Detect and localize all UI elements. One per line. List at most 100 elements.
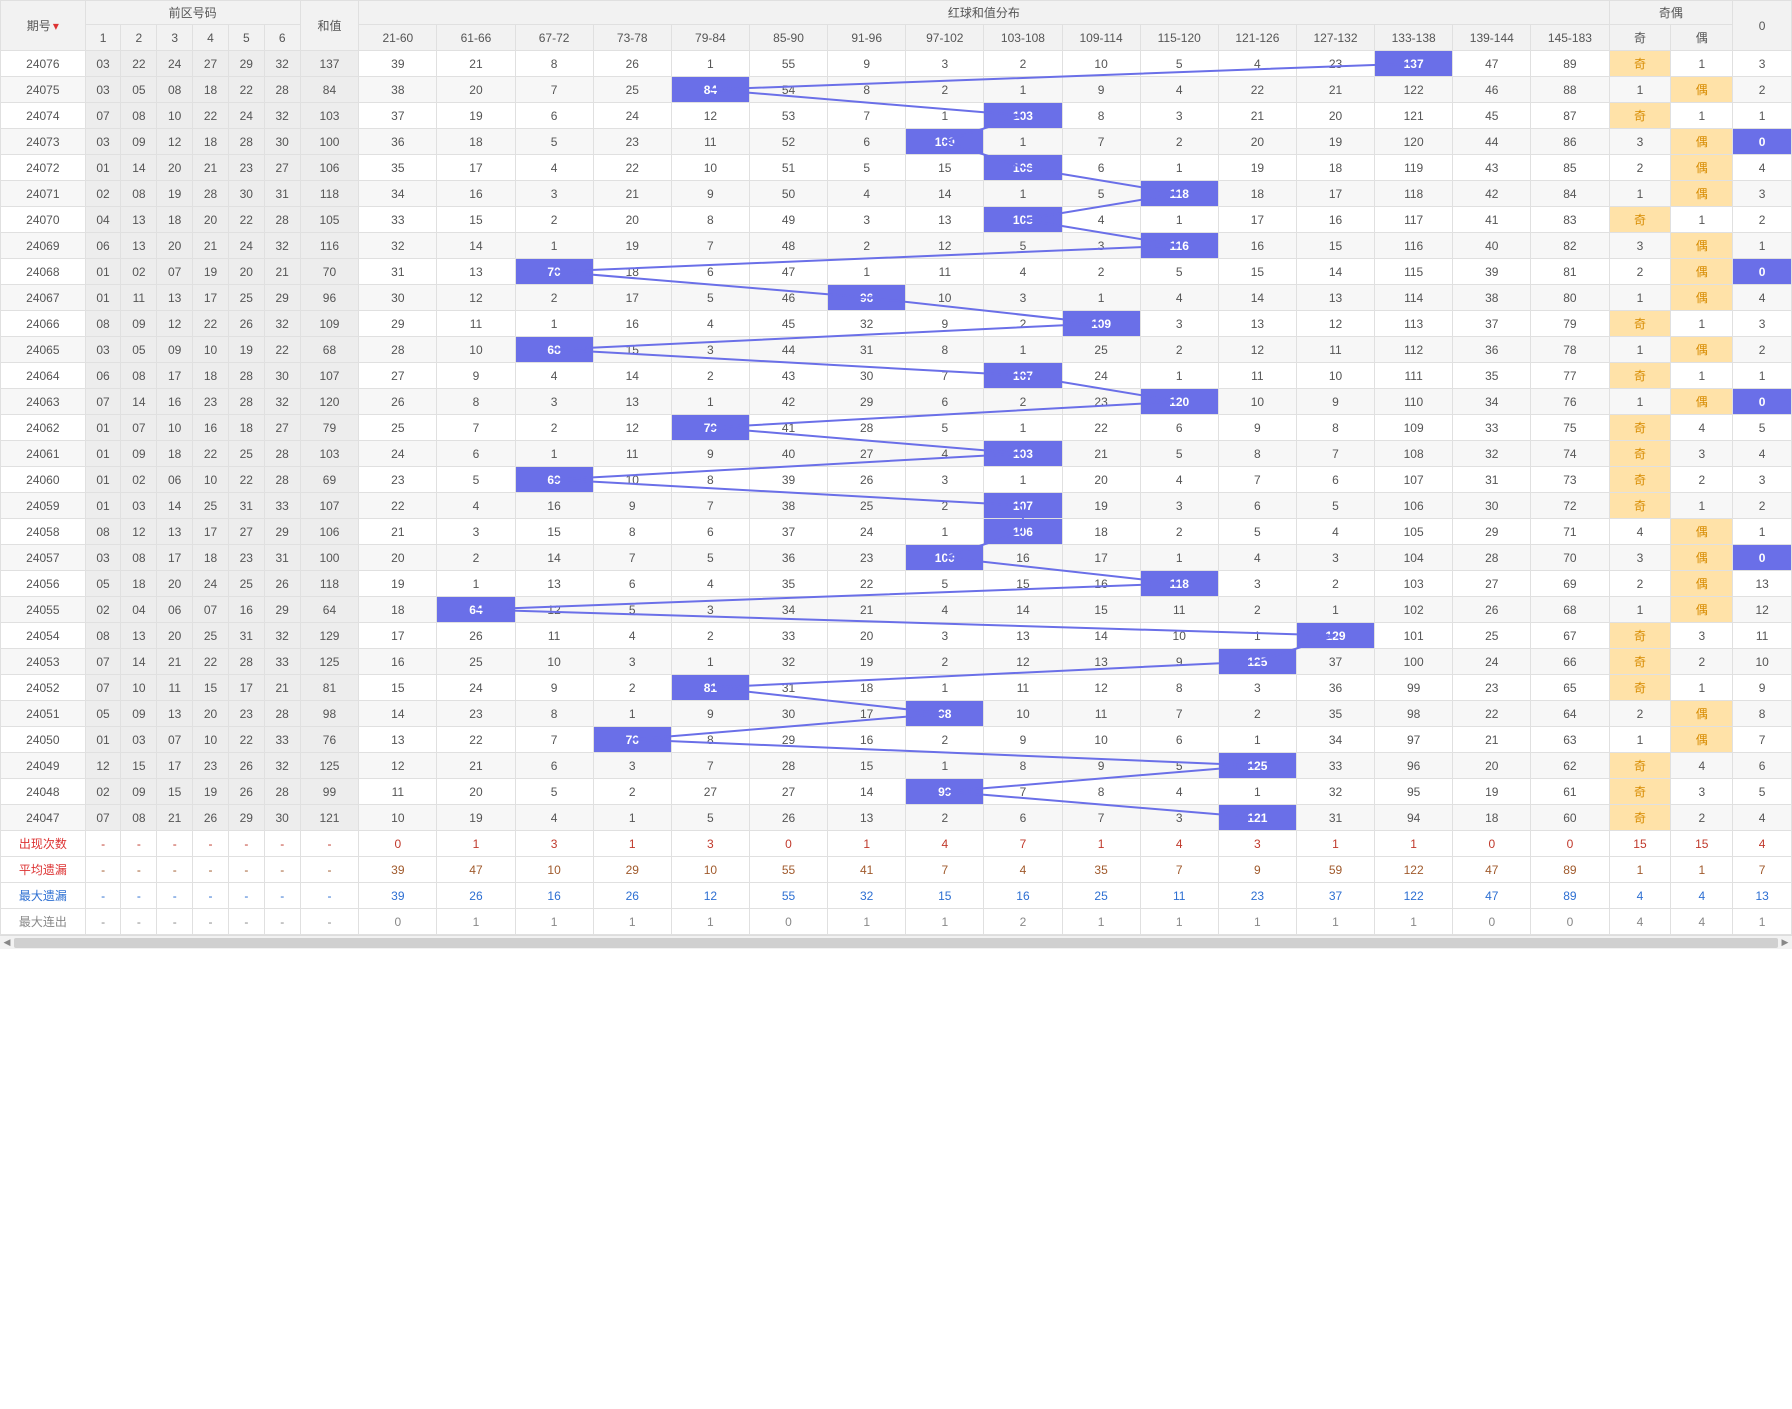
stat-row: 最大连出-------0111101121111100441 (1, 909, 1792, 935)
dist-cell: 4 (984, 259, 1062, 285)
table-row: 2405207101115172181152492813118111128336… (1, 675, 1792, 701)
zero-cell: 13 (1733, 571, 1792, 597)
period-cell: 24063 (1, 389, 86, 415)
front-num-cell: 29 (264, 519, 300, 545)
dist-cell: 76 (593, 727, 671, 753)
dist-cell: 23 (1296, 51, 1374, 77)
dist-cell: 10 (437, 337, 515, 363)
period-cell: 24048 (1, 779, 86, 805)
table-row: 2405105091320232898142381930179810117235… (1, 701, 1792, 727)
oe-cell: 2 (1609, 155, 1671, 181)
dist-cell: 2 (906, 493, 984, 519)
dist-cell: 13 (359, 727, 437, 753)
dist-cell: 109 (1062, 311, 1140, 337)
period-cell: 24056 (1, 571, 86, 597)
dist-cell: 20 (1453, 753, 1531, 779)
front-num-cell: 20 (193, 207, 229, 233)
oe-cell: 1 (1609, 727, 1671, 753)
dist-cell: 4 (906, 441, 984, 467)
front-num-cell: 20 (157, 233, 193, 259)
dist-cell: 17 (1296, 181, 1374, 207)
dist-cell: 5 (1296, 493, 1374, 519)
dist-cell: 119 (1375, 155, 1453, 181)
oe-cell: 奇 (1609, 311, 1671, 337)
front-num-cell: 10 (157, 103, 193, 129)
front-num-cell: 09 (121, 779, 157, 805)
dist-cell: 35 (1296, 701, 1374, 727)
front-num-cell: 21 (157, 649, 193, 675)
dist-cell: 44 (749, 337, 827, 363)
oe-cell: 奇 (1609, 805, 1671, 831)
dist-cell: 3 (515, 389, 593, 415)
dist-cell: 23 (1062, 389, 1140, 415)
dist-cell: 2 (515, 207, 593, 233)
front-num-cell: 25 (228, 441, 264, 467)
oe-cell: 奇 (1609, 103, 1671, 129)
dist-cell: 4 (906, 597, 984, 623)
front-num-cell: 03 (85, 51, 121, 77)
dist-cell: 1 (906, 753, 984, 779)
dist-cell: 19 (1296, 129, 1374, 155)
front-num-cell: 02 (121, 467, 157, 493)
front-num-cell: 15 (157, 779, 193, 805)
dist-cell: 9 (671, 701, 749, 727)
dist-cell: 69 (1531, 571, 1609, 597)
dist-cell: 39 (1453, 259, 1531, 285)
dist-cell: 17 (828, 701, 906, 727)
front-num-cell: 28 (193, 181, 229, 207)
dist-cell: 5 (671, 805, 749, 831)
dist-cell: 102 (1375, 597, 1453, 623)
period-cell: 24057 (1, 545, 86, 571)
zero-cell: 4 (1733, 805, 1792, 831)
dist-cell: 34 (359, 181, 437, 207)
dist-cell: 10 (984, 701, 1062, 727)
front-num-cell: 22 (193, 103, 229, 129)
stat-row: 最大遗漏-------39261626125532151625112337122… (1, 883, 1792, 909)
dist-cell: 12 (359, 753, 437, 779)
zero-cell: 10 (1733, 649, 1792, 675)
dist-cell: 4 (515, 363, 593, 389)
dist-cell: 21 (1218, 103, 1296, 129)
dist-cell: 47 (749, 259, 827, 285)
dist-cell: 13 (984, 623, 1062, 649)
col-dist-0: 21-60 (359, 25, 437, 51)
scroll-left-icon[interactable]: ◀ (0, 936, 14, 950)
dist-cell: 118 (1375, 181, 1453, 207)
dist-cell: 129 (1296, 623, 1374, 649)
dist-cell: 1 (828, 259, 906, 285)
dist-cell: 31 (359, 259, 437, 285)
dist-cell: 41 (749, 415, 827, 441)
dist-cell: 21 (359, 519, 437, 545)
col-period[interactable]: 期号▾ (1, 1, 86, 51)
table-row: 2407503050818222884382072584548219422211… (1, 77, 1792, 103)
front-num-cell: 32 (264, 51, 300, 77)
dist-cell: 32 (359, 233, 437, 259)
dist-cell: 4 (828, 181, 906, 207)
dist-cell: 3 (906, 467, 984, 493)
sum-cell: 129 (300, 623, 359, 649)
front-num-cell: 01 (85, 727, 121, 753)
period-cell: 24065 (1, 337, 86, 363)
dist-cell: 2 (593, 779, 671, 805)
zero-cell: 0 (1733, 259, 1792, 285)
dist-cell: 40 (749, 441, 827, 467)
dist-cell: 6 (671, 519, 749, 545)
dist-cell: 65 (1531, 675, 1609, 701)
front-num-cell: 24 (157, 51, 193, 77)
dist-cell: 12 (1218, 337, 1296, 363)
dist-cell: 73 (1531, 467, 1609, 493)
dist-cell: 40 (1453, 233, 1531, 259)
h-scrollbar[interactable]: ◀ ▶ (0, 935, 1792, 949)
table-row: 2406201071016182779257212794128512269810… (1, 415, 1792, 441)
front-num-cell: 18 (193, 129, 229, 155)
col-dist-11: 121-126 (1218, 25, 1296, 51)
table-row: 2406608091222263210929111164453292109313… (1, 311, 1792, 337)
dist-cell: 29 (1453, 519, 1531, 545)
dist-cell: 7 (671, 753, 749, 779)
dist-cell: 34 (1296, 727, 1374, 753)
front-num-cell: 03 (85, 545, 121, 571)
front-num-cell: 08 (121, 181, 157, 207)
dist-cell: 4 (437, 493, 515, 519)
dist-cell: 14 (515, 545, 593, 571)
scroll-right-icon[interactable]: ▶ (1778, 936, 1792, 950)
